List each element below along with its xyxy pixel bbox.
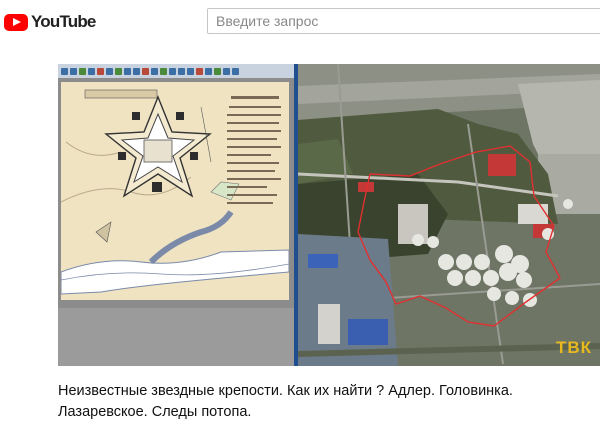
- toolbar-icon: [97, 67, 104, 75]
- toolbar-icon: [115, 67, 122, 75]
- toolbar-icon: [151, 67, 158, 75]
- toolbar-icon: [196, 67, 203, 75]
- viewer-toolbar: [58, 64, 294, 78]
- toolbar-icon: [106, 67, 113, 75]
- toolbar-icon: [178, 67, 185, 75]
- fortress-map-drawing: [60, 82, 290, 300]
- viewer-empty-area: [58, 308, 294, 366]
- toolbar-icon: [124, 67, 131, 75]
- video-title-line-1: Неизвестные звездные крепости. Как их на…: [58, 383, 513, 399]
- youtube-logo[interactable]: YouTube: [4, 12, 96, 32]
- top-bar: YouTube: [0, 0, 600, 44]
- satellite-map-image: [298, 64, 600, 366]
- logo-text: YouTube: [31, 12, 96, 31]
- toolbar-icon: [160, 67, 167, 75]
- search-box[interactable]: [207, 8, 600, 34]
- toolbar-icon: [142, 67, 149, 75]
- video-title-line-2: Лазаревское. Следы потопа.: [58, 404, 252, 420]
- toolbar-icon: [79, 67, 86, 75]
- video-player[interactable]: ТВК: [58, 64, 600, 366]
- toolbar-icon: [70, 67, 77, 75]
- toolbar-icon: [61, 67, 68, 75]
- video-title: Неизвестные звездные крепости. Как их на…: [58, 381, 578, 423]
- toolbar-icon: [214, 67, 221, 75]
- toolbar-icon: [223, 67, 230, 75]
- channel-watermark: ТВК: [555, 338, 592, 357]
- toolbar-icon: [232, 67, 239, 75]
- toolbar-icon: [205, 67, 212, 75]
- video-left-pane: [58, 64, 294, 366]
- fortress-map-image: [60, 82, 290, 300]
- toolbar-icon: [169, 67, 176, 75]
- toolbar-icon: [187, 67, 194, 75]
- youtube-play-icon: [4, 13, 28, 31]
- search-input[interactable]: [208, 9, 600, 33]
- toolbar-icon: [88, 67, 95, 75]
- satellite-map-pane: ТВК: [298, 64, 600, 366]
- toolbar-icon: [133, 67, 140, 75]
